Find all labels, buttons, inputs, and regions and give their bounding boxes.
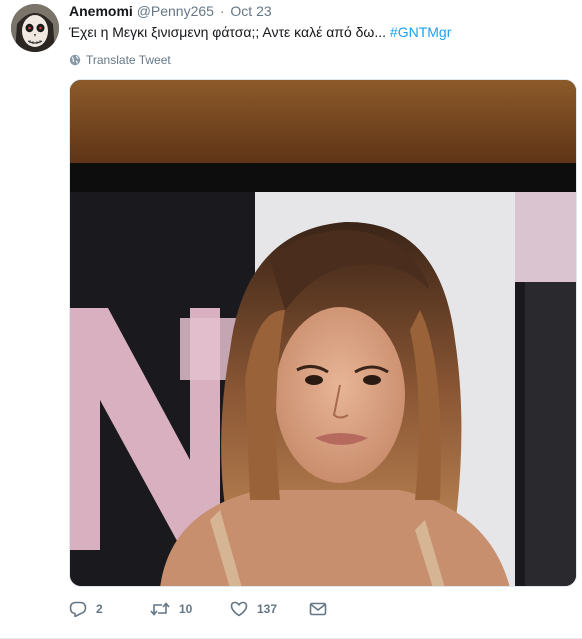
- avatar[interactable]: [11, 4, 59, 52]
- tweet-media-photo[interactable]: [69, 79, 577, 587]
- tweet-text: Έχει η Μεγκι ξινισμενη φάτσα;; Αντε καλέ…: [69, 22, 451, 42]
- tv-screenshot-image: [70, 80, 576, 586]
- globe-icon: [69, 54, 81, 66]
- reply-count: 2: [96, 602, 103, 616]
- tweet-actions: 2 10 137: [69, 598, 327, 620]
- skull-face-avatar-icon: [11, 4, 59, 52]
- reply-button[interactable]: 2: [69, 601, 129, 617]
- tweet-body: Έχει η Μεγκι ξινισμενη φάτσα;; Αντε καλέ…: [69, 24, 387, 40]
- reply-icon: [69, 601, 87, 617]
- translate-tweet-link[interactable]: Translate Tweet: [69, 52, 171, 68]
- separator-dot: ·: [219, 3, 225, 19]
- retweet-icon: [150, 602, 170, 616]
- author-username[interactable]: @Penny265: [137, 3, 214, 19]
- tweet-timestamp[interactable]: Oct 23: [230, 3, 271, 19]
- like-count: 137: [257, 602, 278, 616]
- like-button[interactable]: 137: [230, 601, 300, 617]
- heart-icon: [230, 601, 248, 617]
- translate-label: Translate Tweet: [86, 53, 171, 67]
- direct-message-button[interactable]: [309, 602, 327, 616]
- tweet[interactable]: Anemomi @Penny265 · Oct 23 Έχει η Μεγκι …: [0, 0, 582, 639]
- retweet-count: 10: [179, 602, 193, 616]
- tweet-header: Anemomi @Penny265 · Oct 23: [69, 2, 272, 20]
- envelope-icon: [309, 602, 327, 616]
- retweet-button[interactable]: 10: [150, 601, 230, 617]
- hashtag-link[interactable]: #GNTMgr: [390, 24, 451, 40]
- author-fullname[interactable]: Anemomi: [69, 3, 133, 19]
